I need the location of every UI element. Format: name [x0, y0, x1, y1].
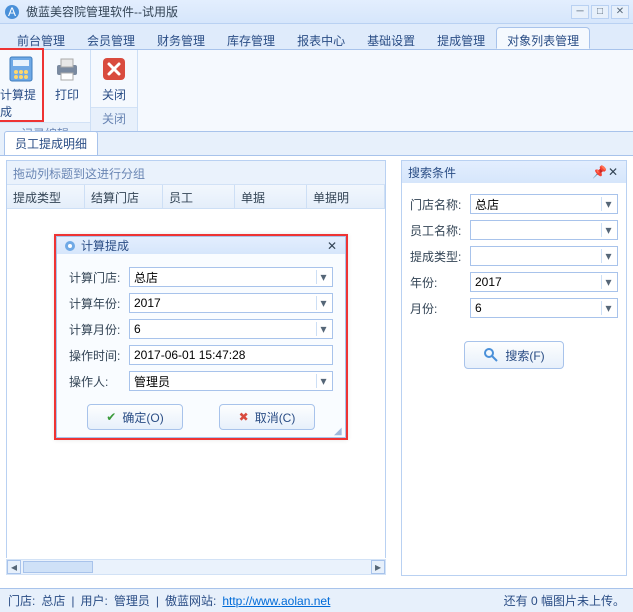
ribbon-label-close: 关闭 [102, 86, 126, 103]
search-label-store: 门店名称: [410, 196, 470, 213]
cancel-button[interactable]: ✖ 取消(C) [219, 404, 315, 430]
dialog-field-store[interactable]: 总店▾ [129, 267, 333, 287]
grid-col-doc-detail[interactable]: 单据明 [307, 185, 385, 208]
printer-icon [51, 54, 83, 84]
chevron-down-icon[interactable]: ▾ [601, 249, 615, 263]
ok-button[interactable]: ✔ 确定(O) [87, 404, 183, 430]
grid-col-commission-type[interactable]: 提成类型 [7, 185, 85, 208]
chevron-down-icon[interactable]: ▾ [316, 322, 330, 336]
dialog-label-optime: 操作时间: [69, 347, 129, 364]
search-button[interactable]: 搜索(F) [464, 341, 564, 369]
dialog-gear-icon [63, 239, 77, 253]
chevron-down-icon[interactable]: ▾ [316, 270, 330, 284]
chevron-down-icon[interactable]: ▾ [601, 275, 615, 289]
grid-col-employee[interactable]: 员工 [163, 185, 235, 208]
search-label-year: 年份: [410, 274, 470, 291]
status-site-label: 傲蓝网站: [165, 592, 216, 609]
dialog-label-operator: 操作人: [69, 373, 129, 390]
status-upload-info: 还有 0 幅图片未上传。 [504, 592, 625, 609]
tab-member[interactable]: 会员管理 [76, 27, 146, 49]
ribbon-group-close: 关闭 关闭 [91, 50, 138, 131]
title-bar: A 傲蓝美容院管理软件--试用版 ─ □ ✕ [0, 0, 633, 24]
search-panel-title-bar: 搜索条件 📌 ✕ [402, 161, 626, 183]
check-icon: ✔ [106, 410, 116, 424]
chevron-down-icon[interactable]: ▾ [601, 197, 615, 211]
tab-front-desk[interactable]: 前台管理 [6, 27, 76, 49]
chevron-down-icon[interactable]: ▾ [601, 223, 615, 237]
minimize-button[interactable]: ─ [571, 5, 589, 19]
dialog-field-operator[interactable]: 管理员▾ [129, 371, 333, 391]
tab-inventory[interactable]: 库存管理 [216, 27, 286, 49]
window-title: 傲蓝美容院管理软件--试用版 [26, 3, 571, 20]
grid-groupby-hint[interactable]: 拖动列标题到这进行分组 [7, 161, 385, 185]
scroll-right-arrow-icon[interactable]: ▸ [371, 560, 385, 574]
tab-reports[interactable]: 报表中心 [286, 27, 356, 49]
grid-col-doc[interactable]: 单据 [235, 185, 307, 208]
search-panel-title: 搜索条件 [408, 164, 456, 181]
calc-commission-dialog: 计算提成 ✕ 计算门店: 总店▾ 计算年份: 2017▾ 计算月份: 6▾ [54, 234, 348, 440]
cross-icon: ✖ [239, 410, 249, 424]
ribbon-item-calc-commission[interactable]: 计算提成 [0, 48, 44, 122]
dialog-field-month[interactable]: 6▾ [129, 319, 333, 339]
status-user-label: 用户: [80, 592, 107, 609]
subtab-strip: 员工提成明细 [0, 132, 633, 156]
status-bar: 门店: 总店 | 用户: 管理员 | 傲蓝网站: http://www.aola… [0, 588, 633, 612]
tab-commission[interactable]: 提成管理 [426, 27, 496, 49]
ribbon-group-record-edit: 计算提成 打印 记录编辑 [0, 50, 91, 131]
search-field-year[interactable]: 2017▾ [470, 272, 618, 292]
cancel-button-label: 取消(C) [255, 409, 296, 426]
main-tab-strip: 前台管理 会员管理 财务管理 库存管理 报表中心 基础设置 提成管理 对象列表管… [0, 24, 633, 50]
ribbon-label-print: 打印 [55, 86, 79, 103]
dialog-field-optime[interactable]: 2017-06-01 15:47:28 [129, 345, 333, 365]
search-field-type[interactable]: ▾ [470, 246, 618, 266]
calculator-icon [5, 54, 37, 84]
search-button-label: 搜索(F) [505, 347, 544, 364]
tab-object-list[interactable]: 对象列表管理 [496, 27, 590, 49]
magnifier-icon [483, 347, 499, 363]
subtab-commission-detail[interactable]: 员工提成明细 [4, 131, 98, 155]
ribbon: 计算提成 打印 记录编辑 关闭 关闭 [0, 50, 633, 132]
status-store-value: 总店 [41, 592, 65, 609]
chevron-down-icon[interactable]: ▾ [601, 301, 615, 315]
status-store-label: 门店: [8, 592, 35, 609]
tab-basic-settings[interactable]: 基础设置 [356, 27, 426, 49]
ok-button-label: 确定(O) [122, 409, 163, 426]
resize-grip-icon[interactable]: ◢ [334, 426, 344, 436]
grid-header: 提成类型 结算门店 员工 单据 单据明 [7, 185, 385, 209]
close-window-button[interactable]: ✕ [611, 5, 629, 19]
dialog-label-store: 计算门店: [69, 269, 129, 286]
pin-icon[interactable]: 📌 [592, 165, 606, 179]
search-field-employee[interactable]: ▾ [470, 220, 618, 240]
search-close-icon[interactable]: ✕ [606, 165, 620, 179]
chevron-down-icon[interactable]: ▾ [316, 374, 330, 388]
ribbon-item-close[interactable]: 关闭 [91, 50, 137, 107]
scroll-left-arrow-icon[interactable]: ◂ [7, 560, 21, 574]
search-panel: 搜索条件 📌 ✕ 门店名称: 总店▾ 员工名称: ▾ 提成类型: ▾ 年份: 2… [401, 160, 627, 576]
dialog-label-year: 计算年份: [69, 295, 129, 312]
search-field-store[interactable]: 总店▾ [470, 194, 618, 214]
scroll-thumb[interactable] [23, 561, 93, 573]
ribbon-item-print[interactable]: 打印 [44, 50, 90, 122]
close-icon [98, 54, 130, 84]
dialog-title: 计算提成 [81, 237, 129, 254]
ribbon-group-title-close: 关闭 [91, 107, 137, 131]
search-label-employee: 员工名称: [410, 222, 470, 239]
dialog-close-icon[interactable]: ✕ [325, 239, 339, 253]
tab-finance[interactable]: 财务管理 [146, 27, 216, 49]
dialog-title-bar[interactable]: 计算提成 ✕ [57, 237, 345, 254]
dialog-field-year[interactable]: 2017▾ [129, 293, 333, 313]
search-label-type: 提成类型: [410, 248, 470, 265]
dialog-label-month: 计算月份: [69, 321, 129, 338]
grid-horizontal-scrollbar[interactable]: ◂ ▸ [6, 559, 386, 575]
app-icon: A [4, 4, 20, 20]
status-site-link[interactable]: http://www.aolan.net [222, 594, 330, 608]
grid-col-settle-store[interactable]: 结算门店 [85, 185, 163, 208]
chevron-down-icon[interactable]: ▾ [316, 296, 330, 310]
status-user-value: 管理员 [114, 592, 150, 609]
search-field-month[interactable]: 6▾ [470, 298, 618, 318]
search-label-month: 月份: [410, 300, 470, 317]
svg-text:A: A [8, 5, 16, 19]
maximize-button[interactable]: □ [591, 5, 609, 19]
ribbon-label-calc: 计算提成 [0, 86, 42, 120]
